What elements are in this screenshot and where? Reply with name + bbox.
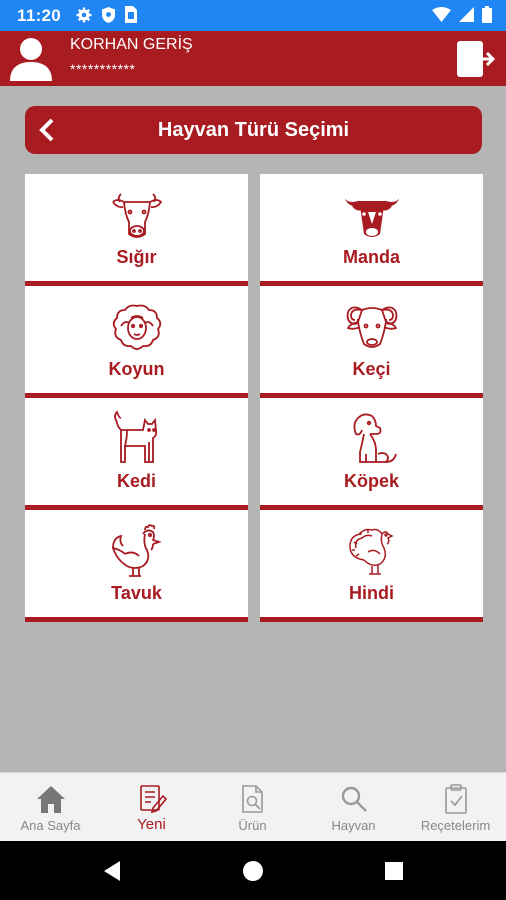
animal-label: Hindi xyxy=(349,583,394,603)
chicken-icon xyxy=(111,524,162,577)
sheep-icon xyxy=(112,304,161,350)
nav-label: Ürün xyxy=(238,818,267,833)
nav-ana-sayfa[interactable]: Ana Sayfa xyxy=(0,773,101,842)
animal-label: Keçi xyxy=(352,359,391,379)
animal-card-keci[interactable]: Keçi xyxy=(260,286,483,398)
goat-icon xyxy=(346,306,397,348)
nav-label: Ana Sayfa xyxy=(20,818,81,833)
animal-label: Sığır xyxy=(116,247,157,267)
animal-card-kopek[interactable]: Köpek xyxy=(260,398,483,510)
shield-icon xyxy=(102,7,115,23)
animal-label: Koyun xyxy=(108,359,165,379)
user-name: KORHAN GERİŞ xyxy=(70,36,193,53)
user-password-mask: *********** xyxy=(70,61,136,77)
app-header: KORHAN GERİŞ *********** xyxy=(0,31,506,86)
signal-icon xyxy=(459,7,474,22)
prescription-clipboard-icon xyxy=(444,784,467,814)
search-icon xyxy=(341,786,367,812)
sim-card-icon xyxy=(125,6,137,23)
nav-label: Yeni xyxy=(137,816,166,833)
nav-yeni[interactable]: Yeni xyxy=(101,773,202,842)
animal-card-koyun[interactable]: Koyun xyxy=(25,286,248,398)
cow-icon xyxy=(111,193,162,238)
animal-label: Tavuk xyxy=(111,583,162,603)
page-title: Hayvan Türü Seçimi xyxy=(157,119,350,141)
animal-card-manda[interactable]: Manda xyxy=(260,174,483,286)
home-icon xyxy=(36,786,65,813)
animal-card-tavuk[interactable]: Tavuk xyxy=(25,510,248,622)
page-title-bar: Hayvan Türü Seçimi xyxy=(25,106,482,154)
turkey-icon xyxy=(348,528,394,575)
nav-urun[interactable]: Ürün xyxy=(202,773,303,842)
animal-label: Manda xyxy=(342,247,400,267)
bottom-navigation: Ana Sayfa Yeni Ürün Hayvan Reçetelerim xyxy=(0,772,506,842)
home-circle-icon[interactable] xyxy=(241,859,265,883)
battery-icon xyxy=(482,6,492,23)
dog-icon xyxy=(353,413,397,463)
logout-icon[interactable] xyxy=(456,40,496,78)
cat-icon xyxy=(113,410,157,463)
animal-label: Kedi xyxy=(116,471,156,491)
system-navigation-bar xyxy=(0,841,506,900)
new-document-icon xyxy=(139,785,167,814)
nav-label: Reçetelerim xyxy=(420,818,491,833)
product-search-icon xyxy=(241,785,263,813)
user-avatar-icon xyxy=(10,38,52,81)
buffalo-icon xyxy=(344,198,399,237)
animal-label: Köpek xyxy=(343,471,399,491)
animal-card-hindi[interactable]: Hindi xyxy=(260,510,483,622)
nav-label: Hayvan xyxy=(331,818,376,833)
back-triangle-icon[interactable] xyxy=(100,859,124,883)
status-bar: 11:20 xyxy=(0,0,506,31)
status-time: 11:20 xyxy=(17,6,62,25)
recents-square-icon[interactable] xyxy=(382,859,406,883)
animal-card-kedi[interactable]: Kedi xyxy=(25,398,248,510)
nav-hayvan[interactable]: Hayvan xyxy=(303,773,404,842)
animal-card-sigir[interactable]: Sığır xyxy=(25,174,248,286)
nav-receteler[interactable]: Reçetelerim xyxy=(405,773,506,842)
settings-icon xyxy=(76,7,92,23)
wifi-icon xyxy=(432,7,451,22)
